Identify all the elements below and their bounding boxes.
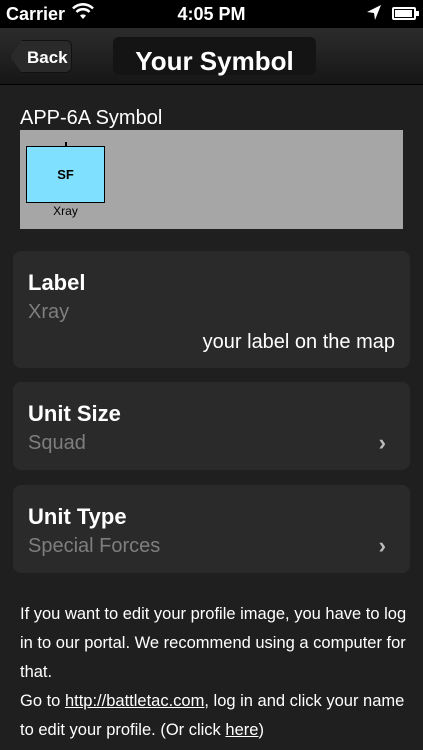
profile-info-line: If you want to edit your profile image, … [20,605,407,681]
chevron-right-icon: › [378,533,386,558]
symbol-preview: SF Xray [20,130,403,229]
page-title: Your Symbol [135,46,294,76]
label-hint: your label on the map [202,331,395,353]
battery-icon [392,7,419,20]
location-arrow-icon [366,4,382,27]
portal-link[interactable]: http://battletac.com [65,692,204,710]
label-card[interactable]: Label Xray your label on the map [13,251,410,368]
unit-size-row[interactable]: Unit Size Squad › [13,382,410,470]
symbol-caption: Xray [53,204,78,218]
unit-type-title: Unit Type [28,504,127,529]
unit-size-value: Squad [28,432,86,454]
status-time: 4:05 PM [177,4,246,24]
symbol-section-label: APP-6A Symbol [20,107,163,129]
navigation-bar: Back Your Symbol [0,28,423,85]
unit-type-row[interactable]: Unit Type Special Forces › [13,485,410,573]
back-button[interactable]: Back [10,40,72,73]
label-value-field[interactable]: Xray [28,301,69,324]
chevron-right-icon: › [378,430,386,455]
unit-symbol-frame: SF [26,146,105,203]
goto-prefix: Go to [20,692,65,710]
battery-level [395,10,412,17]
unit-size-title: Unit Size [28,401,121,426]
unit-type-value: Special Forces [28,535,161,557]
profile-info-text: If you want to edit your profile image, … [20,600,410,745]
nav-title-box: Your Symbol [113,37,316,76]
status-bar: Carrier 4:05 PM [0,0,423,28]
label-title: Label [28,270,86,295]
goto-suffix: ) [258,721,264,739]
here-link[interactable]: here [225,721,258,739]
